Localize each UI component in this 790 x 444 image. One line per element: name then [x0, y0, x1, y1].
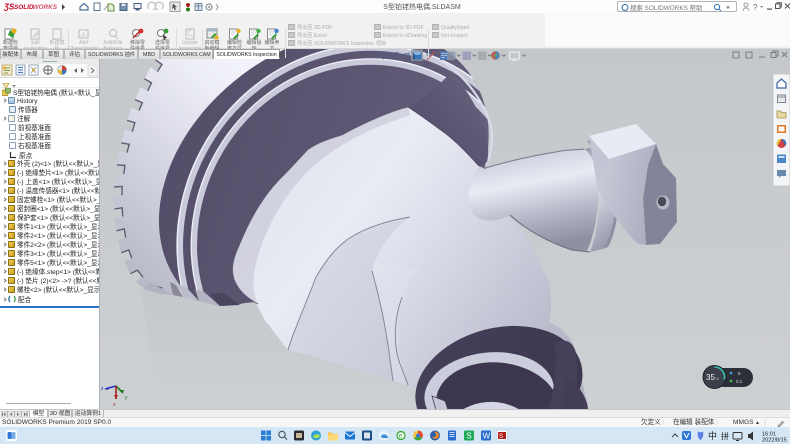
- svg-text:搜索 SOLIDWORKS 帮助: 搜索 SOLIDWORKS 帮助: [630, 3, 702, 12]
- svg-text:2022/8/15: 2022/8/15: [762, 438, 787, 443]
- svg-text:中: 中: [708, 430, 717, 441]
- svg-text:e: e: [399, 433, 403, 440]
- svg-text:35: 35: [706, 373, 715, 382]
- svg-text:S: S: [499, 434, 503, 440]
- svg-text:0.1: 0.1: [736, 379, 743, 384]
- svg-text:W: W: [483, 432, 491, 441]
- svg-text:?: ?: [753, 3, 758, 12]
- svg-text:S: S: [466, 432, 471, 441]
- svg-text:拼: 拼: [721, 431, 729, 441]
- svg-text:A: A: [81, 32, 86, 39]
- svg-text:SOLID: SOLID: [14, 4, 34, 11]
- svg-text:%: %: [716, 376, 720, 381]
